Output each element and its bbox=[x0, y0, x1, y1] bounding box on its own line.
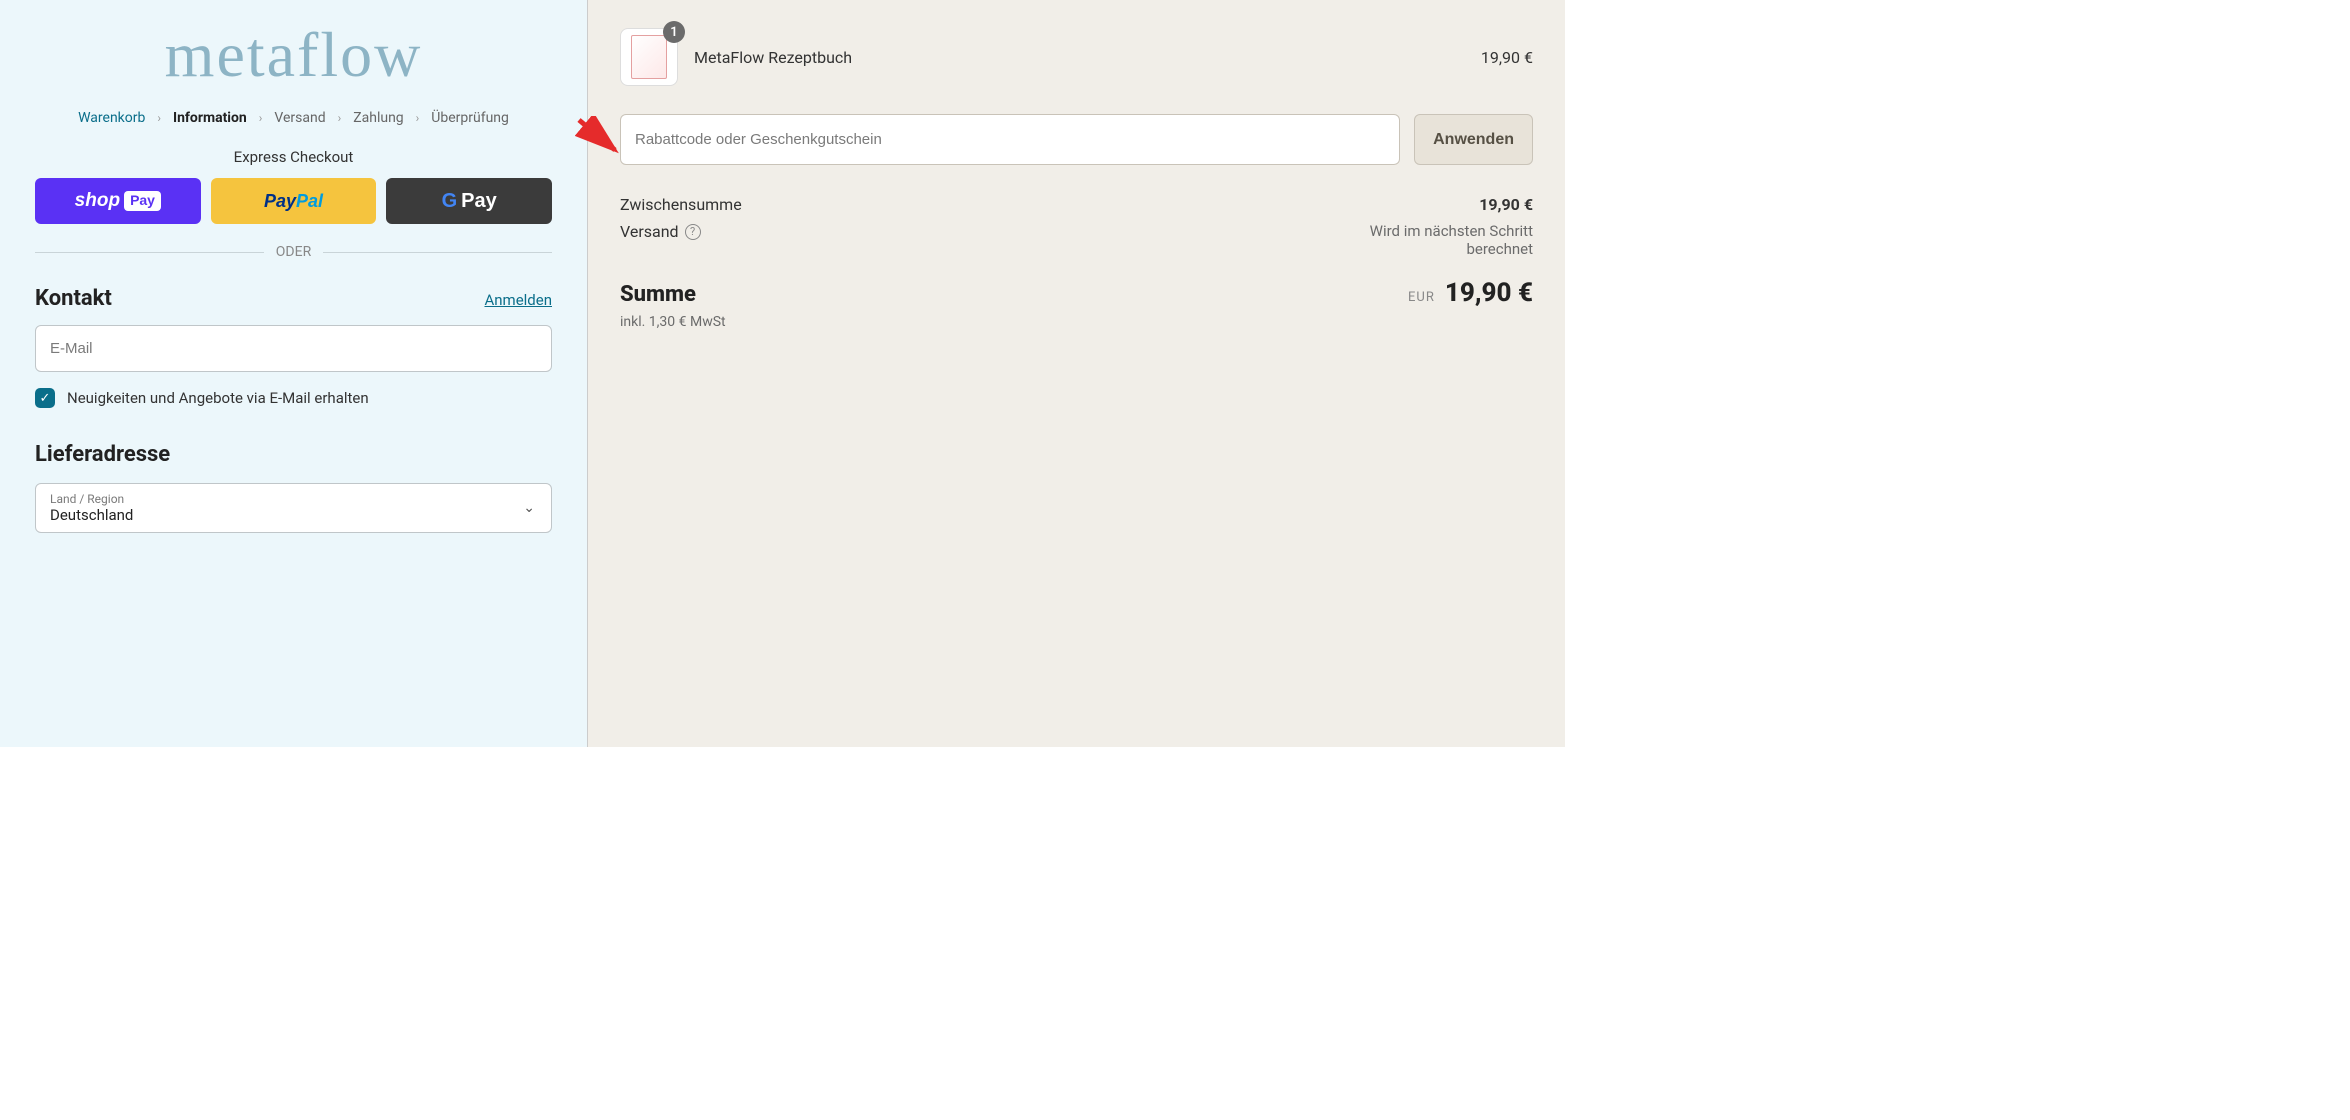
country-select-value: Deutschland bbox=[50, 506, 537, 524]
info-icon[interactable]: ? bbox=[685, 224, 701, 240]
subtotal-value: 19,90 € bbox=[1479, 195, 1533, 214]
chevron-right-icon: › bbox=[259, 111, 263, 125]
discount-code-input[interactable] bbox=[620, 114, 1400, 165]
currency-code: EUR bbox=[1408, 290, 1435, 305]
breadcrumb-payment: Zahlung bbox=[353, 110, 403, 126]
contact-section-head: Kontakt Anmelden bbox=[35, 286, 552, 311]
chevron-right-icon: › bbox=[157, 111, 161, 125]
email-field[interactable] bbox=[35, 325, 552, 372]
shipping-row: Versand ? Wird im nächsten Schritt berec… bbox=[620, 222, 1533, 258]
gpay-button[interactable]: G Pay bbox=[386, 178, 552, 224]
country-select-label: Land / Region bbox=[50, 492, 537, 506]
paypal-button[interactable]: PayPal bbox=[211, 178, 377, 224]
paypal-pay-label: Pay bbox=[264, 191, 296, 211]
country-select[interactable]: Land / Region Deutschland ⌄ bbox=[35, 483, 552, 533]
shipping-label: Versand bbox=[620, 222, 679, 241]
newsletter-checkbox[interactable]: ✓ bbox=[35, 388, 55, 408]
apply-discount-button[interactable]: Anwenden bbox=[1414, 114, 1533, 165]
chevron-right-icon: › bbox=[338, 111, 342, 125]
gpay-pay-label: Pay bbox=[461, 190, 497, 213]
quantity-badge: 1 bbox=[663, 21, 685, 43]
breadcrumb-shipping: Versand bbox=[274, 110, 325, 126]
breadcrumb-information: Information bbox=[173, 110, 247, 126]
order-summary-panel: 1 MetaFlow Rezeptbuch 19,90 € Anwenden Z… bbox=[587, 0, 1565, 747]
newsletter-checkbox-row[interactable]: ✓ Neuigkeiten und Angebote via E-Mail er… bbox=[35, 388, 552, 408]
breadcrumb: Warenkorb › Information › Versand › Zahl… bbox=[35, 110, 552, 126]
breadcrumb-cart[interactable]: Warenkorb bbox=[78, 110, 145, 126]
total-row: Summe EUR 19,90 € bbox=[620, 278, 1533, 308]
total-label: Summe bbox=[620, 282, 696, 307]
cart-item-thumbnail: 1 bbox=[620, 28, 678, 86]
google-g-icon: G bbox=[442, 190, 458, 213]
shoppay-pay-label: Pay bbox=[124, 191, 161, 211]
shoppay-button[interactable]: shop Pay bbox=[35, 178, 201, 224]
divider-label: ODER bbox=[276, 244, 311, 260]
cart-item: 1 MetaFlow Rezeptbuch 19,90 € bbox=[620, 28, 1533, 86]
breadcrumb-review: Überprüfung bbox=[431, 110, 509, 126]
logo-wrap: metaflow bbox=[35, 18, 552, 92]
tax-note: inkl. 1,30 € MwSt bbox=[620, 314, 1533, 330]
divider-or: ODER bbox=[35, 244, 552, 260]
chevron-right-icon: › bbox=[416, 111, 420, 125]
checkout-left-panel: metaflow Warenkorb › Information › Versa… bbox=[0, 0, 587, 747]
chevron-down-icon: ⌄ bbox=[523, 500, 535, 516]
cart-item-name: MetaFlow Rezeptbuch bbox=[694, 48, 1465, 67]
contact-heading: Kontakt bbox=[35, 286, 112, 311]
discount-row: Anwenden bbox=[620, 114, 1533, 165]
cart-item-price: 19,90 € bbox=[1481, 48, 1533, 67]
express-checkout-buttons: shop Pay PayPal G Pay bbox=[35, 178, 552, 224]
shipping-note: Wird im nächsten Schritt berechnet bbox=[1313, 222, 1533, 258]
address-heading: Lieferadresse bbox=[35, 442, 552, 467]
total-value: 19,90 € bbox=[1445, 278, 1533, 308]
login-link[interactable]: Anmelden bbox=[484, 291, 552, 309]
subtotal-row: Zwischensumme 19,90 € bbox=[620, 195, 1533, 214]
brand-logo: metaflow bbox=[35, 18, 552, 92]
subtotal-label: Zwischensumme bbox=[620, 195, 742, 214]
shoppay-shop-label: shop bbox=[75, 190, 120, 212]
product-image-placeholder bbox=[631, 35, 667, 79]
newsletter-label: Neuigkeiten und Angebote via E-Mail erha… bbox=[67, 389, 369, 407]
paypal-pal-label: Pal bbox=[296, 191, 323, 211]
express-checkout-title: Express Checkout bbox=[35, 148, 552, 166]
